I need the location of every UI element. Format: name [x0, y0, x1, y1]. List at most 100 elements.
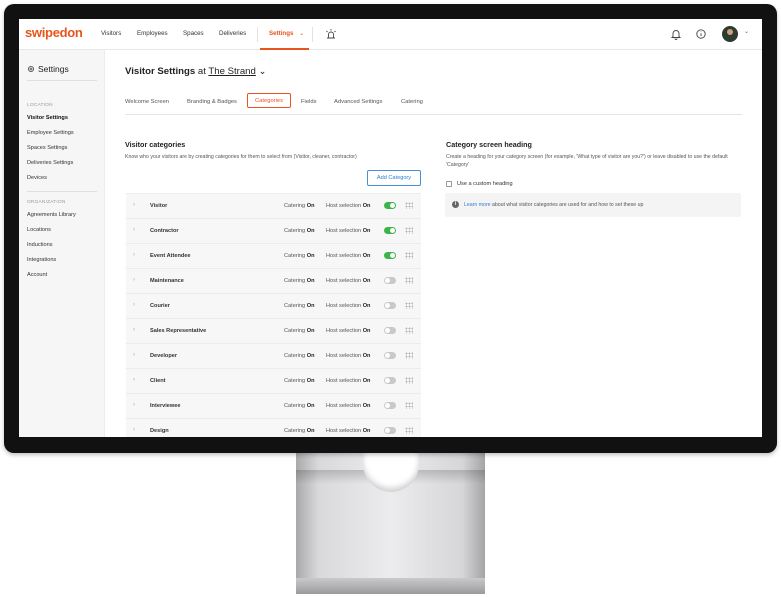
tab-catering[interactable]: Catering	[401, 99, 423, 105]
sidebar-item-locations[interactable]: Locations	[27, 227, 51, 233]
nav-spaces[interactable]: Spaces	[183, 30, 204, 37]
category-enabled-toggle[interactable]	[384, 277, 396, 284]
category-row[interactable]: › Developer Catering On Host selection On	[126, 343, 421, 368]
alarm-light-icon[interactable]	[324, 27, 338, 41]
category-enabled-toggle[interactable]	[384, 252, 396, 259]
category-enabled-toggle[interactable]	[384, 202, 396, 209]
tab-branding-badges[interactable]: Branding & Badges	[187, 99, 237, 105]
host-selection-value: On	[362, 328, 371, 334]
category-row[interactable]: › Sales Representative Catering On Host sel…	[126, 318, 421, 343]
chevron-down-icon: ⌄	[299, 30, 305, 37]
visitor-categories-description: Know who your visitors are by creating c…	[125, 154, 357, 160]
sidebar-item-spaces-settings[interactable]: Spaces Settings	[27, 145, 67, 151]
host-selection-label: Host selection	[326, 278, 362, 284]
category-enabled-toggle[interactable]	[384, 227, 396, 234]
drag-handle-icon[interactable]	[405, 202, 413, 209]
catering-value: On	[306, 278, 315, 284]
drag-handle-icon[interactable]	[405, 302, 413, 309]
tab-welcome-screen[interactable]: Welcome Screen	[125, 99, 169, 105]
drag-handle-icon[interactable]	[405, 377, 413, 384]
chevron-down-icon[interactable]: ⌄	[744, 28, 749, 35]
location-selector[interactable]: The Strand	[208, 66, 255, 77]
sidebar-item-agreements-library[interactable]: Agreements Library	[27, 212, 76, 218]
category-name: Client	[150, 378, 166, 384]
drag-handle-icon[interactable]	[405, 402, 413, 409]
nav-divider	[312, 27, 313, 42]
tab-categories[interactable]: Categories	[247, 93, 292, 108]
category-name: Sales Representative	[150, 328, 207, 334]
nav-employees[interactable]: Employees	[137, 30, 168, 37]
nav-deliveries[interactable]: Deliveries	[219, 30, 246, 37]
sidebar-item-account[interactable]: Account	[27, 272, 47, 278]
category-enabled-toggle[interactable]	[384, 427, 396, 434]
sidebar-item-integrations[interactable]: Integrations	[27, 257, 56, 263]
category-row[interactable]: › Interviewee Catering On Host selection On	[126, 393, 421, 418]
sidebar-title-label: Settings	[38, 64, 69, 74]
stand-foot	[296, 578, 485, 594]
tab-advanced-settings[interactable]: Advanced Settings	[334, 99, 382, 105]
category-name: Developer	[150, 353, 178, 359]
nav-settings[interactable]: Settings ⌄	[269, 30, 304, 37]
logo[interactable]: swipedon	[25, 25, 83, 40]
chevron-right-icon[interactable]: ›	[133, 227, 135, 233]
sidebar-item-inductions[interactable]: Inductions	[27, 242, 53, 248]
host-selection-value: On	[362, 353, 371, 359]
page-title-at: at	[197, 66, 206, 77]
category-row[interactable]: › Maintenance Catering On Host selection On	[126, 268, 421, 293]
chevron-right-icon[interactable]: ›	[133, 402, 135, 408]
chevron-right-icon[interactable]: ›	[133, 302, 135, 308]
catering-value: On	[306, 378, 315, 384]
tab-fields[interactable]: Fields	[301, 99, 316, 105]
drag-handle-icon[interactable]	[405, 427, 413, 434]
add-category-button[interactable]: Add Category	[367, 170, 421, 186]
chevron-right-icon[interactable]: ›	[133, 377, 135, 383]
chevron-right-icon[interactable]: ›	[133, 327, 135, 333]
host-selection-label: Host selection	[326, 428, 362, 434]
category-name: Interviewee	[150, 403, 181, 409]
category-name: Visitor	[150, 203, 168, 209]
custom-heading-option[interactable]: Use a custom heading	[446, 181, 513, 187]
learn-more-link[interactable]: Learn more	[464, 202, 491, 208]
category-screen-heading-description: Create a heading for your category scree…	[446, 154, 728, 168]
category-enabled-toggle[interactable]	[384, 302, 396, 309]
category-row[interactable]: › Event Attendee Catering On Host selection…	[126, 243, 421, 268]
catering-status: Catering On	[284, 278, 315, 284]
drag-handle-icon[interactable]	[405, 252, 413, 259]
drag-handle-icon[interactable]	[405, 277, 413, 284]
category-enabled-toggle[interactable]	[384, 327, 396, 334]
chevron-right-icon[interactable]: ›	[133, 427, 135, 433]
drag-handle-icon[interactable]	[405, 227, 413, 234]
info-icon[interactable]	[694, 27, 708, 41]
sidebar-divider	[27, 191, 97, 192]
drag-handle-icon[interactable]	[405, 352, 413, 359]
category-row[interactable]: › Design Catering On Host selection On	[126, 418, 421, 437]
category-row[interactable]: › Contractor Catering On Host selection On	[126, 218, 421, 243]
sidebar-item-deliveries-settings[interactable]: Deliveries Settings	[27, 160, 73, 166]
chevron-right-icon[interactable]: ›	[133, 352, 135, 358]
category-enabled-toggle[interactable]	[384, 377, 396, 384]
category-row[interactable]: › Visitor Catering On Host selection On	[126, 193, 421, 218]
category-row[interactable]: › Courier Catering On Host selection On	[126, 293, 421, 318]
nav-visitors[interactable]: Visitors	[101, 30, 121, 37]
nav-divider	[257, 27, 258, 42]
host-selection-status: Host selection On	[326, 403, 370, 409]
tab-bar: Welcome Screen Branding & Badges Categor…	[125, 93, 742, 115]
sidebar-item-employee-settings[interactable]: Employee Settings	[27, 130, 74, 136]
host-selection-value: On	[362, 253, 371, 259]
category-enabled-toggle[interactable]	[384, 402, 396, 409]
chevron-right-icon[interactable]: ›	[133, 202, 135, 208]
catering-status: Catering On	[284, 253, 315, 259]
category-row[interactable]: › Client Catering On Host selection On	[126, 368, 421, 393]
sidebar-item-visitor-settings[interactable]: Visitor Settings	[27, 115, 68, 121]
avatar[interactable]	[722, 26, 738, 42]
bell-icon[interactable]	[669, 27, 683, 41]
category-enabled-toggle[interactable]	[384, 352, 396, 359]
sidebar-divider	[27, 80, 97, 81]
chevron-right-icon[interactable]: ›	[133, 252, 135, 258]
chevron-right-icon[interactable]: ›	[133, 277, 135, 283]
chevron-down-icon[interactable]: ⌄	[259, 66, 267, 77]
sidebar-item-devices[interactable]: Devices	[27, 175, 47, 181]
catering-status: Catering On	[284, 353, 315, 359]
custom-heading-checkbox[interactable]	[446, 181, 452, 187]
drag-handle-icon[interactable]	[405, 327, 413, 334]
